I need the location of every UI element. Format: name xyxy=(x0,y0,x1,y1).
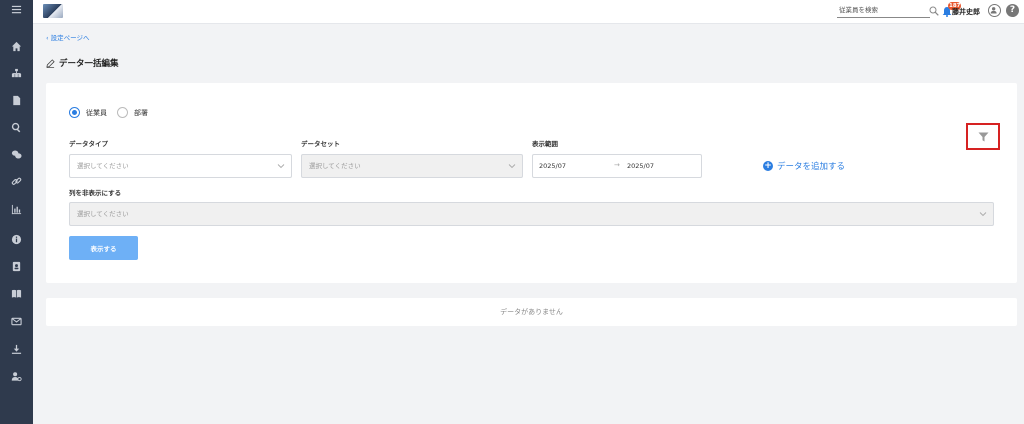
data-set-placeholder: 選択してください xyxy=(309,162,361,170)
chevron-down-icon xyxy=(979,212,987,217)
plus-circle-icon: + xyxy=(763,161,773,171)
link-icon[interactable] xyxy=(0,172,33,190)
data-type-select[interactable]: 選択してください xyxy=(69,154,292,178)
results-panel: データがありません xyxy=(46,298,1017,326)
avatar[interactable] xyxy=(988,4,1001,17)
search-icon[interactable] xyxy=(929,6,939,16)
filter-button[interactable] xyxy=(966,123,1000,150)
sidebar xyxy=(0,0,33,424)
mail-icon[interactable] xyxy=(0,312,33,330)
filter-icon xyxy=(978,132,988,141)
home-icon[interactable] xyxy=(0,37,33,55)
help-icon[interactable]: ? xyxy=(1006,4,1019,17)
pencil-icon xyxy=(46,58,55,68)
data-type-label: データタイプ xyxy=(69,140,108,148)
radio-employee[interactable] xyxy=(69,107,80,118)
chevron-down-icon xyxy=(277,164,285,169)
target-radio-group: 従業員 部署 xyxy=(69,107,152,118)
back-to-settings-link[interactable]: ‹ 設定ページへ xyxy=(46,32,90,42)
hide-columns-select[interactable]: 選択してください xyxy=(69,202,994,226)
radio-department[interactable] xyxy=(117,107,128,118)
data-set-select[interactable]: 選択してください xyxy=(301,154,523,178)
range-end-value[interactable]: 2025/07 xyxy=(627,162,654,170)
hide-columns-placeholder: 選択してください xyxy=(77,210,129,218)
user-name[interactable]: 藤井史郎 xyxy=(952,7,980,17)
book-icon[interactable] xyxy=(0,284,33,302)
info-icon[interactable] xyxy=(0,230,33,248)
org-chart-icon[interactable] xyxy=(0,64,33,82)
employee-search xyxy=(837,5,930,18)
bulk-edit-form-card: 従業員 部署 データタイプ 選択してください データセット 選択してください 表… xyxy=(46,83,1017,283)
user-settings-icon[interactable] xyxy=(0,367,33,385)
chevron-down-icon xyxy=(508,164,516,169)
range-start-value[interactable]: 2025/07 xyxy=(539,162,566,170)
back-link-label: 設定ページへ xyxy=(50,34,90,42)
hide-columns-label: 列を非表示にする xyxy=(69,189,122,197)
search-icon[interactable] xyxy=(0,118,33,136)
radio-department-label: 部署 xyxy=(134,108,148,117)
chart-icon[interactable] xyxy=(0,200,33,218)
contacts-icon[interactable] xyxy=(0,257,33,275)
download-icon[interactable] xyxy=(0,340,33,358)
data-set-label: データセット xyxy=(301,140,340,148)
add-data-label: データを追加する xyxy=(777,162,846,172)
arrow-right-icon: → xyxy=(614,161,620,169)
range-label: 表示範囲 xyxy=(532,140,558,148)
menu-icon[interactable] xyxy=(0,0,33,18)
company-logo[interactable] xyxy=(43,4,63,18)
add-data-button[interactable]: + データを追加する xyxy=(763,160,845,172)
page-header: データ一括編集 xyxy=(46,57,119,69)
user-icon xyxy=(990,7,997,14)
data-type-placeholder: 選択してください xyxy=(77,162,129,170)
show-button[interactable]: 表示する xyxy=(69,236,138,260)
page-title: データ一括編集 xyxy=(59,59,119,69)
radio-employee-label: 従業員 xyxy=(86,108,107,117)
empty-message: データがありません xyxy=(500,308,563,316)
chat-icon[interactable] xyxy=(0,145,33,163)
document-icon[interactable] xyxy=(0,91,33,109)
top-bar: 187 藤井史郎 ? xyxy=(33,0,1024,24)
date-range-picker[interactable]: 2025/07 → 2025/07 xyxy=(532,154,702,178)
search-input[interactable] xyxy=(837,6,930,14)
